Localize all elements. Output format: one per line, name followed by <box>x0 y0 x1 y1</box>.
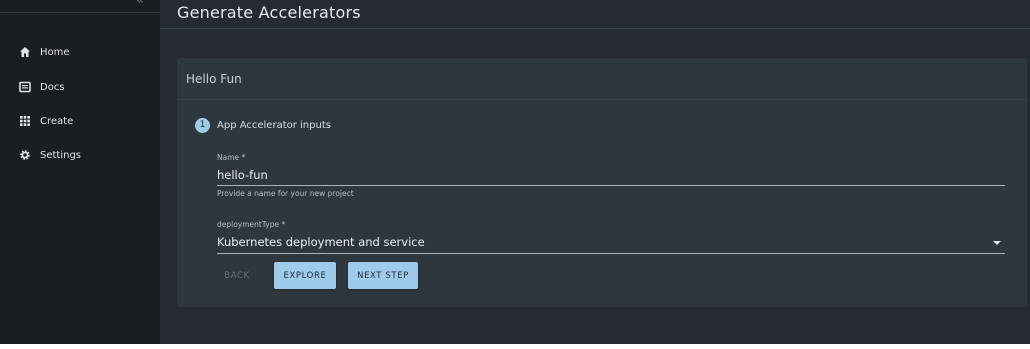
sidebar-item-label: Docs <box>40 81 65 93</box>
card-header: Hello Fun <box>177 58 1027 100</box>
deployment-type-select[interactable]: Kubernetes deployment and service <box>217 235 425 249</box>
deployment-type-underline <box>217 253 1005 254</box>
home-icon <box>18 45 32 59</box>
create-grid-icon <box>18 114 32 128</box>
settings-gear-icon <box>18 148 32 162</box>
step-number-badge: 1 <box>195 118 210 133</box>
name-input-underline <box>217 185 1005 186</box>
step-label: App Accelerator inputs <box>217 120 331 131</box>
name-field-label: Name * <box>217 153 246 162</box>
sidebar: « Home Docs Create Settings <box>0 0 160 344</box>
dropdown-arrow-icon[interactable] <box>993 241 1001 245</box>
sidebar-item-create[interactable]: Create <box>18 113 73 129</box>
name-helper-text: Provide a name for your new project <box>217 189 354 198</box>
name-input[interactable]: hello-fun <box>217 168 268 182</box>
sidebar-item-label: Home <box>40 46 70 58</box>
sidebar-item-home[interactable]: Home <box>18 44 70 60</box>
collapse-sidebar-icon[interactable]: « <box>136 0 144 8</box>
back-button[interactable]: BACK <box>217 262 257 289</box>
sidebar-item-label: Create <box>40 115 74 127</box>
docs-icon <box>18 80 32 94</box>
card-title: Hello Fun <box>186 72 242 86</box>
explore-button[interactable]: EXPLORE <box>274 262 336 289</box>
page-title: Generate Accelerators <box>177 3 361 22</box>
deployment-type-label: deploymentType * <box>217 220 286 229</box>
divider <box>160 28 1030 29</box>
sidebar-item-settings[interactable]: Settings <box>18 147 81 163</box>
sidebar-item-docs[interactable]: Docs <box>18 79 65 95</box>
next-step-button[interactable]: NEXT STEP <box>348 262 418 289</box>
sidebar-item-label: Settings <box>40 149 82 161</box>
